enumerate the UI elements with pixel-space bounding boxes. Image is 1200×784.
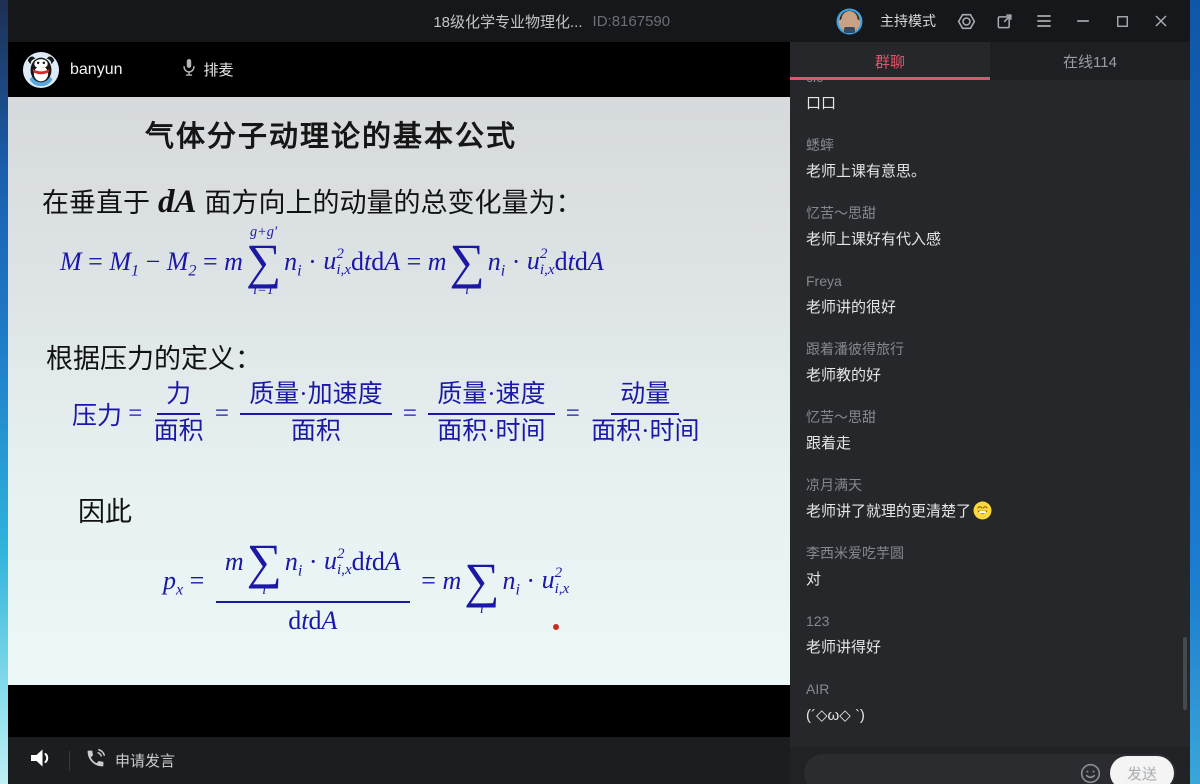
laser-pointer-dot bbox=[553, 624, 559, 630]
formula-momentum: M = M1 − M2 = mg+g′∑i=1ni · u2i,xdtdA = … bbox=[60, 225, 604, 298]
message-username: Freya bbox=[806, 271, 1174, 291]
screen: 18级化学专业物理化... ID:8167590 主持模式 bbox=[0, 0, 1200, 784]
slide-statement: 在垂直于 dA 面方向上的动量的总变化量为： bbox=[42, 181, 583, 221]
presenter-avatar[interactable] bbox=[22, 51, 60, 89]
request-speak-label: 申请发言 bbox=[115, 750, 175, 771]
chat-message: Freya 老师讲的很好 bbox=[806, 271, 1174, 318]
chat-message: 蟋蟀老师上课有意思。 bbox=[806, 135, 1174, 182]
title-bar-controls: 主持模式 bbox=[836, 8, 1190, 35]
message-text: 老师教的好 bbox=[806, 365, 1174, 386]
chat-message: clc 口口 bbox=[806, 80, 1174, 114]
formula-px: px = m ∑ini · u2i,xdtdAdtdA = m ∑ini · u… bbox=[163, 525, 569, 636]
divider bbox=[69, 751, 70, 771]
message-text: 口口 bbox=[806, 93, 1174, 114]
phone-icon bbox=[85, 748, 106, 774]
message-username: AIR bbox=[806, 679, 1174, 699]
emoji-icon[interactable] bbox=[1079, 762, 1102, 784]
title-bar: 18级化学专业物理化... ID:8167590 主持模式 bbox=[8, 0, 1190, 42]
chat-message: 跟着潘彼得旅行老师教的好 bbox=[806, 339, 1174, 386]
close-icon[interactable] bbox=[1150, 10, 1172, 32]
chat-message: 123 老师讲得好 bbox=[806, 611, 1174, 658]
message-username: 跟着潘彼得旅行 bbox=[806, 339, 1174, 359]
window-title: 18级化学专业物理化... bbox=[433, 11, 582, 32]
speaker-icon[interactable] bbox=[28, 746, 54, 775]
video-stage: banyun 排麦 气体分子动理论的基本公式 bbox=[8, 42, 790, 784]
message-username: 凉月满天 bbox=[806, 475, 1174, 495]
presenter-bar: banyun 排麦 bbox=[8, 42, 790, 97]
slide-heading-therefore: 因此 bbox=[78, 490, 132, 529]
message-text: 老师上课好有代入感 bbox=[806, 229, 1174, 250]
video-letterbox bbox=[8, 685, 790, 737]
mic-queue-label: 排麦 bbox=[204, 59, 234, 80]
statement-dA: dA bbox=[158, 184, 197, 221]
chat-input[interactable] bbox=[818, 764, 1079, 782]
title-group: 18级化学专业物理化... ID:8167590 bbox=[433, 11, 670, 32]
chat-message: 李西米爱吃芋圆对 bbox=[806, 543, 1174, 590]
room-id: ID:8167590 bbox=[593, 13, 671, 30]
app-window: 18级化学专业物理化... ID:8167590 主持模式 bbox=[8, 0, 1190, 784]
chat-tabs: 群聊 在线114 bbox=[790, 42, 1190, 80]
host-avatar[interactable] bbox=[836, 8, 863, 35]
chat-message: AIR (´◇ω◇ `) bbox=[806, 679, 1174, 726]
chat-input-row: 发送 bbox=[790, 747, 1190, 784]
bottom-control-bar: 申请发言 bbox=[8, 737, 790, 784]
message-text: 老师讲了就理的更清楚了 bbox=[806, 501, 1174, 522]
message-text: 对 bbox=[806, 569, 1174, 590]
message-username: 蟋蟀 bbox=[806, 135, 1174, 155]
chat-message: 忆苦～思甜跟着走 bbox=[806, 407, 1174, 454]
message-username: clc bbox=[806, 80, 1174, 87]
menu-icon[interactable] bbox=[1033, 10, 1055, 32]
slide-heading-pressure: 根据压力的定义： bbox=[46, 337, 262, 376]
message-username: 忆苦～思甜 bbox=[806, 407, 1174, 427]
chat-input-box: 发送 bbox=[804, 754, 1176, 784]
message-text: 老师讲得好 bbox=[806, 637, 1174, 658]
minimize-icon[interactable] bbox=[1072, 10, 1094, 32]
desktop-wallpaper-left bbox=[0, 0, 8, 784]
host-mode-label: 主持模式 bbox=[880, 11, 936, 31]
request-speak-button[interactable]: 申请发言 bbox=[85, 748, 175, 774]
message-text: (´◇ω◇ `) bbox=[806, 705, 1174, 726]
formula-pressure-definition: 压力 = 力面积 = 质量·加速度面积 = 质量·速度面积·时间 = 动量面积·… bbox=[72, 381, 704, 447]
mic-queue-button[interactable]: 排麦 bbox=[181, 57, 234, 83]
message-text: 老师上课有意思。 bbox=[806, 161, 1174, 182]
message-username: 忆苦～思甜 bbox=[806, 203, 1174, 223]
settings-icon[interactable] bbox=[955, 10, 977, 32]
message-text: 跟着走 bbox=[806, 433, 1174, 454]
slide-title: 气体分子动理论的基本公式 bbox=[145, 113, 517, 155]
statement-prefix: 在垂直于 bbox=[42, 181, 150, 220]
slide: 气体分子动理论的基本公式 在垂直于 dA 面方向上的动量的总变化量为： M = … bbox=[8, 97, 790, 685]
chat-message: 凉月满天老师讲了就理的更清楚了 bbox=[806, 475, 1174, 522]
send-button[interactable]: 发送 bbox=[1110, 756, 1174, 784]
chat-message: 忆苦～思甜老师上课好有代入感 bbox=[806, 203, 1174, 250]
chat-messages[interactable]: clc口口蟋蟀老师上课有意思。忆苦～思甜老师上课好有代入感Freya老师讲的很好… bbox=[790, 80, 1190, 747]
chat-scrollbar[interactable] bbox=[1183, 637, 1187, 710]
chat-panel: 群聊 在线114 clc口口蟋蟀老师上课有意思。忆苦～思甜老师上课好有代入感Fr… bbox=[790, 42, 1190, 784]
statement-suffix: 面方向上的动量的总变化量为： bbox=[205, 181, 583, 220]
message-username: 123 bbox=[806, 611, 1174, 631]
main-area: banyun 排麦 气体分子动理论的基本公式 bbox=[8, 42, 1190, 784]
maximize-icon[interactable] bbox=[1111, 10, 1133, 32]
message-username: 李西米爱吃芋圆 bbox=[806, 543, 1174, 563]
desktop-wallpaper-right bbox=[1190, 0, 1200, 784]
mic-icon bbox=[181, 57, 197, 83]
message-text: 老师讲的很好 bbox=[806, 297, 1174, 318]
presenter-name: banyun bbox=[70, 61, 123, 79]
tab-online-count[interactable]: 在线114 bbox=[990, 42, 1190, 80]
tab-group-chat[interactable]: 群聊 bbox=[790, 42, 990, 80]
popout-icon[interactable] bbox=[994, 10, 1016, 32]
